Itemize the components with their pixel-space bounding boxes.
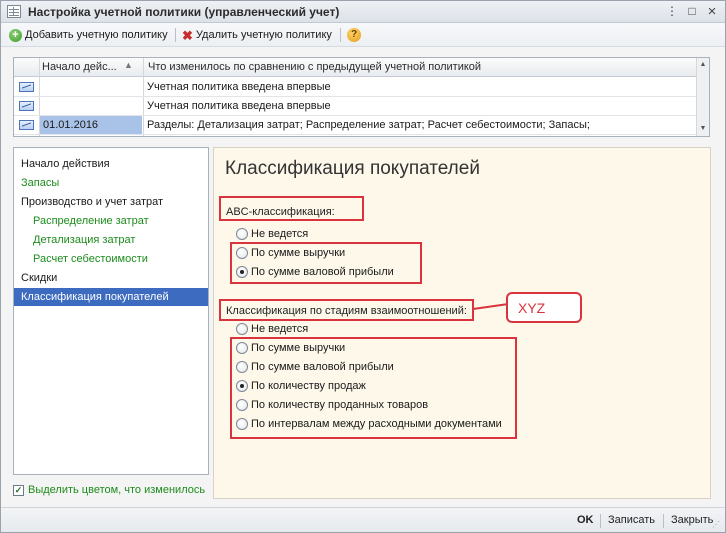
delete-policy-button[interactable]: ✖ Удалить учетную политику xyxy=(182,27,332,43)
annotation-box-xyz-label xyxy=(219,299,474,321)
chart-icon xyxy=(19,82,34,92)
help-button[interactable]: ? xyxy=(347,27,361,43)
nav-item-cost-distribution[interactable]: Распределение затрат xyxy=(14,212,208,230)
column-header-changes[interactable]: Что изменилось по сравнению с предыдущей… xyxy=(148,61,481,73)
radio-icon[interactable] xyxy=(236,228,248,240)
scroll-down-icon[interactable]: ▼ xyxy=(697,123,709,135)
chart-icon xyxy=(19,101,34,111)
settings-window: Настройка учетной политики (управленческ… xyxy=(0,0,726,533)
sections-nav: Начало действия Запасы Производство и уч… xyxy=(13,147,209,475)
nav-item-cost-detail[interactable]: Детализация затрат xyxy=(14,231,208,249)
row-date: 01.01.2016 xyxy=(43,119,99,131)
delete-x-icon: ✖ xyxy=(182,27,193,43)
policy-history-table: Начало дейс... ▲ Что изменилось по сравн… xyxy=(13,57,710,137)
row-change: Разделы: Детализация затрат; Распределен… xyxy=(147,119,590,131)
annotation-box-abc-options xyxy=(230,242,422,284)
table-row[interactable]: 01.01.2016 Разделы: Детализация затрат; … xyxy=(14,116,696,135)
nav-item-customer-classification[interactable]: Классификация покупателей xyxy=(14,288,208,306)
checkbox-checked-icon[interactable]: ✓ xyxy=(13,484,24,496)
nav-item-inventory[interactable]: Запасы xyxy=(14,174,208,192)
resize-grip-icon[interactable]: ⋰ xyxy=(712,520,722,530)
row-change: Учетная политика введена впервые xyxy=(147,100,331,112)
sort-arrow-icon[interactable]: ▲ xyxy=(124,60,133,70)
table-header: Начало дейс... ▲ Что изменилось по сравн… xyxy=(14,58,709,77)
plus-circle-icon: + xyxy=(9,28,22,42)
close-icon[interactable]: × xyxy=(704,4,720,19)
column-header-start-date[interactable]: Начало дейс... xyxy=(42,61,117,73)
scroll-up-icon[interactable]: ▲ xyxy=(697,59,709,71)
toolbar-divider xyxy=(175,28,176,42)
dialog-footer: OK Записать Закрыть ⋰ xyxy=(1,507,725,532)
highlight-changes-checkbox[interactable]: ✓ Выделить цветом, что изменилось xyxy=(13,484,205,496)
chart-icon xyxy=(19,120,34,130)
footer-divider xyxy=(663,514,664,528)
annotation-box-xyz-options xyxy=(230,337,517,439)
nav-item-discounts[interactable]: Скидки xyxy=(14,269,208,287)
close-button[interactable]: Закрыть xyxy=(671,514,713,526)
add-policy-label: Добавить учетную политику xyxy=(25,29,168,41)
table-icon xyxy=(7,5,21,18)
nav-item-start[interactable]: Начало действия xyxy=(14,155,208,173)
title-bar: Настройка учетной политики (управленческ… xyxy=(1,1,725,23)
add-policy-button[interactable]: + Добавить учетную политику xyxy=(9,27,168,43)
footer-divider xyxy=(600,514,601,528)
xyz-option-none[interactable]: Не ведется xyxy=(236,323,308,335)
toolbar-divider xyxy=(340,28,341,42)
row-change: Учетная политика введена впервые xyxy=(147,81,331,93)
table-row[interactable]: Учетная политика введена впервые xyxy=(14,78,696,97)
toolbar: + Добавить учетную политику ✖ Удалить уч… xyxy=(1,23,725,47)
radio-icon[interactable] xyxy=(236,323,248,335)
xyz-option-label: Не ведется xyxy=(251,323,309,335)
abc-option-none[interactable]: Не ведется xyxy=(236,228,308,240)
annotation-box-abc-label xyxy=(219,196,364,221)
menu-icon[interactable]: ⋮ xyxy=(664,4,680,19)
ok-button[interactable]: OK xyxy=(577,514,594,526)
save-button[interactable]: Записать xyxy=(608,514,655,526)
page-title: Классификация покупателей xyxy=(225,158,480,179)
nav-item-production[interactable]: Производство и учет затрат xyxy=(14,193,208,211)
highlight-changes-label: Выделить цветом, что изменилось xyxy=(28,484,206,496)
abc-option-label: Не ведется xyxy=(251,228,309,240)
nav-item-cost-calc[interactable]: Расчет себестоимости xyxy=(14,250,208,268)
window-title: Настройка учетной политики (управленческ… xyxy=(28,5,340,19)
delete-policy-label: Удалить учетную политику xyxy=(195,29,332,41)
restore-icon[interactable]: □ xyxy=(684,4,700,19)
xyz-callout: XYZ xyxy=(506,292,582,323)
table-scrollbar[interactable]: ▲ ▼ xyxy=(696,58,709,136)
table-row[interactable]: Учетная политика введена впервые xyxy=(14,97,696,116)
help-icon: ? xyxy=(347,28,361,42)
